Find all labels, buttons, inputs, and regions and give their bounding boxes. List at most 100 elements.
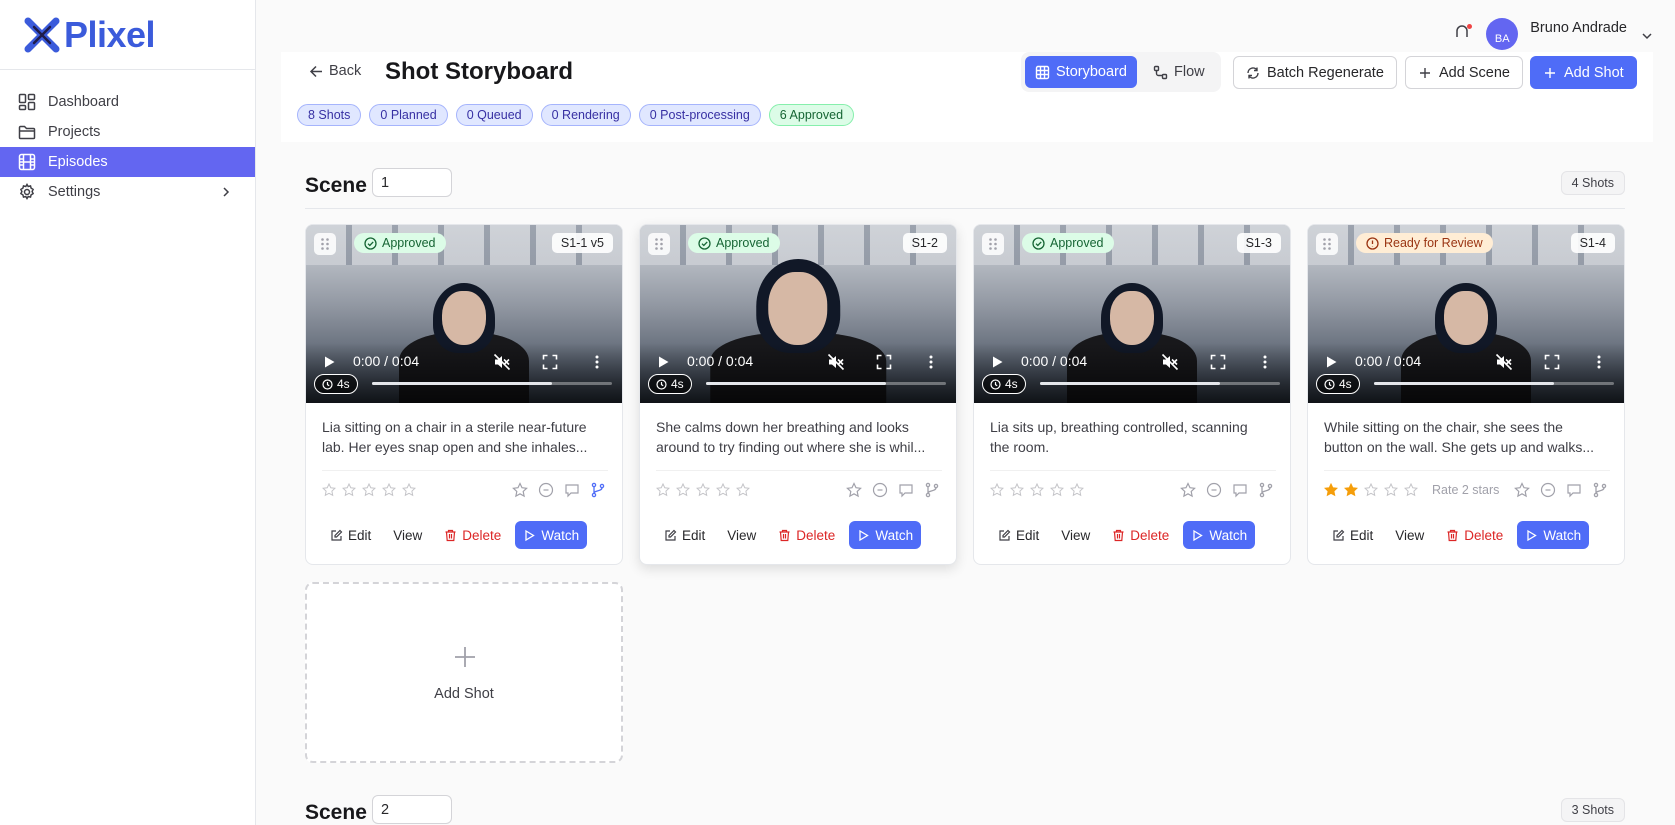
star-icon[interactable]	[716, 483, 730, 497]
status-circle-icon[interactable]	[1206, 482, 1222, 498]
play-icon[interactable]	[322, 355, 336, 369]
fullscreen-icon[interactable]	[1210, 354, 1226, 370]
status-circle-icon[interactable]	[872, 482, 888, 498]
star-icon[interactable]	[676, 483, 690, 497]
sidebar-item-dashboard[interactable]: Dashboard	[0, 87, 255, 117]
shot-card[interactable]: Approved S1-2 0:00 / 0:04 4s She calms d…	[639, 224, 957, 565]
favorite-star-icon[interactable]	[1180, 482, 1196, 498]
user-menu[interactable]: BA Bruno Andrade	[1452, 18, 1653, 50]
video-progress-bar[interactable]	[1040, 382, 1280, 385]
fullscreen-icon[interactable]	[1544, 354, 1560, 370]
edit-button[interactable]: Edit	[322, 521, 379, 549]
scene-number-input[interactable]	[372, 795, 452, 824]
delete-button[interactable]: Delete	[770, 521, 843, 549]
edit-button[interactable]: Edit	[1324, 521, 1381, 549]
watch-button[interactable]: Watch	[515, 521, 588, 549]
comment-icon[interactable]	[1232, 482, 1248, 498]
shot-video-player[interactable]: Approved S1-2 0:00 / 0:04 4s	[640, 225, 956, 403]
batch-regenerate-button[interactable]: Batch Regenerate	[1233, 56, 1397, 89]
muted-icon[interactable]	[1161, 353, 1179, 371]
branch-icon[interactable]	[1592, 482, 1608, 498]
status-circle-icon[interactable]	[538, 482, 554, 498]
comment-icon[interactable]	[898, 482, 914, 498]
branch-icon[interactable]	[924, 482, 940, 498]
more-vertical-icon[interactable]	[1591, 354, 1607, 370]
star-icon[interactable]	[990, 483, 1004, 497]
star-icon[interactable]	[342, 483, 356, 497]
star-icon[interactable]	[1030, 483, 1044, 497]
drag-handle[interactable]	[982, 233, 1004, 255]
video-progress-bar[interactable]	[706, 382, 946, 385]
edit-button[interactable]: Edit	[656, 521, 713, 549]
status-chip-rendering[interactable]: 0 Rendering	[540, 104, 631, 126]
delete-button[interactable]: Delete	[436, 521, 509, 549]
comment-icon[interactable]	[1566, 482, 1582, 498]
add-scene-button[interactable]: Add Scene	[1405, 56, 1523, 89]
favorite-star-icon[interactable]	[1514, 482, 1530, 498]
shot-video-player[interactable]: Approved S1-3 0:00 / 0:04 4s	[974, 225, 1290, 403]
star-icon[interactable]	[736, 483, 750, 497]
add-shot-button[interactable]: Add Shot	[1530, 56, 1637, 89]
star-icon[interactable]	[1010, 483, 1024, 497]
add-shot-card[interactable]: Add Shot	[305, 582, 623, 763]
drag-handle[interactable]	[314, 233, 336, 255]
watch-button[interactable]: Watch	[849, 521, 922, 549]
status-chip-post-processing[interactable]: 0 Post-processing	[638, 104, 761, 126]
back-button[interactable]: Back	[309, 63, 361, 79]
star-icon[interactable]	[1404, 483, 1418, 497]
muted-icon[interactable]	[1495, 353, 1513, 371]
status-circle-icon[interactable]	[1540, 482, 1556, 498]
play-icon[interactable]	[656, 355, 670, 369]
star-icon[interactable]	[1384, 483, 1398, 497]
status-chip-queued[interactable]: 0 Queued	[455, 104, 533, 126]
watch-button[interactable]: Watch	[1183, 521, 1256, 549]
scene-number-input[interactable]	[372, 168, 452, 197]
comment-icon[interactable]	[564, 482, 580, 498]
star-rating[interactable]	[656, 483, 764, 497]
shot-video-player[interactable]: Ready for Review S1-4 0:00 / 0:04 4s	[1308, 225, 1624, 403]
drag-handle[interactable]	[648, 233, 670, 255]
status-chip-shots[interactable]: 8 Shots	[297, 104, 362, 126]
watch-button[interactable]: Watch	[1517, 521, 1590, 549]
sidebar-item-settings[interactable]: Settings	[0, 177, 255, 207]
sidebar-item-episodes[interactable]: Episodes	[0, 147, 255, 177]
more-vertical-icon[interactable]	[1257, 354, 1273, 370]
star-rating[interactable]	[990, 483, 1098, 497]
video-progress-bar[interactable]	[1374, 382, 1614, 385]
star-icon[interactable]	[696, 483, 710, 497]
fullscreen-icon[interactable]	[876, 354, 892, 370]
muted-icon[interactable]	[827, 353, 845, 371]
star-icon[interactable]	[322, 483, 336, 497]
star-icon[interactable]	[1050, 483, 1064, 497]
star-rating[interactable]: Rate 2 stars	[1324, 483, 1499, 497]
more-vertical-icon[interactable]	[589, 354, 605, 370]
shot-card[interactable]: Ready for Review S1-4 0:00 / 0:04 4s Whi…	[1307, 224, 1625, 565]
star-rating[interactable]	[322, 483, 430, 497]
status-chip-approved[interactable]: 6 Approved	[768, 104, 855, 126]
muted-icon[interactable]	[493, 353, 511, 371]
branch-icon[interactable]	[590, 482, 606, 498]
sidebar-item-projects[interactable]: Projects	[0, 117, 255, 147]
status-chip-planned[interactable]: 0 Planned	[369, 104, 448, 126]
star-icon[interactable]	[1364, 483, 1378, 497]
shot-card[interactable]: Approved S1-1 v5 0:00 / 0:04 4s Lia sitt…	[305, 224, 623, 565]
more-vertical-icon[interactable]	[923, 354, 939, 370]
avatar[interactable]: BA	[1486, 18, 1519, 50]
delete-button[interactable]: Delete	[1104, 521, 1177, 549]
star-icon[interactable]	[1070, 483, 1084, 497]
view-button[interactable]: View	[719, 521, 764, 549]
video-progress-bar[interactable]	[372, 382, 612, 385]
star-icon[interactable]	[382, 483, 396, 497]
star-icon[interactable]	[656, 483, 670, 497]
fullscreen-icon[interactable]	[542, 354, 558, 370]
star-icon[interactable]	[362, 483, 376, 497]
play-icon[interactable]	[1324, 355, 1338, 369]
drag-handle[interactable]	[1316, 233, 1338, 255]
star-filled-icon[interactable]	[1344, 483, 1358, 497]
favorite-star-icon[interactable]	[846, 482, 862, 498]
star-icon[interactable]	[402, 483, 416, 497]
branch-icon[interactable]	[1258, 482, 1274, 498]
shot-card[interactable]: Approved S1-3 0:00 / 0:04 4s Lia sits up…	[973, 224, 1291, 565]
delete-button[interactable]: Delete	[1438, 521, 1511, 549]
storyboard-view-button[interactable]: Storyboard	[1025, 56, 1137, 88]
